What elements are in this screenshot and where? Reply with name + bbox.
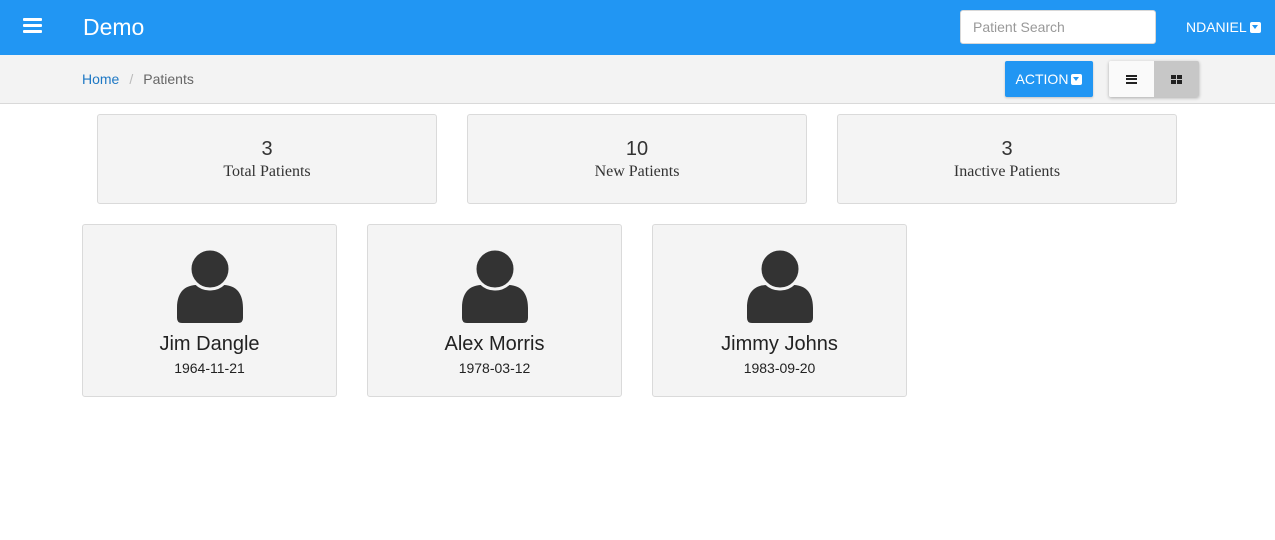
breadcrumb-current: Patients bbox=[143, 71, 194, 87]
stat-label: Total Patients bbox=[223, 163, 311, 180]
patient-name: Jimmy Johns bbox=[721, 333, 838, 355]
stat-card-total-patients: 3 Total Patients bbox=[97, 114, 437, 204]
stat-value: 10 bbox=[625, 138, 649, 160]
user-avatar-icon bbox=[747, 248, 813, 323]
stat-card-inactive-patients: 3 Inactive Patients bbox=[837, 114, 1177, 204]
user-avatar-icon bbox=[177, 248, 243, 323]
top-navbar: Demo NDANIEL bbox=[0, 0, 1275, 55]
patient-name: Jim Dangle bbox=[159, 333, 260, 355]
breadcrumb-separator: / bbox=[129, 71, 134, 87]
user-menu[interactable]: NDANIEL bbox=[1186, 18, 1261, 36]
app-brand[interactable]: Demo bbox=[83, 12, 144, 42]
stat-label: Inactive Patients bbox=[953, 163, 1061, 180]
view-toggle bbox=[1109, 61, 1199, 97]
patient-name: Alex Morris bbox=[444, 333, 545, 355]
action-dropdown-button[interactable]: ACTION bbox=[1005, 61, 1093, 97]
user-avatar-icon bbox=[462, 248, 528, 323]
grid-view-button[interactable] bbox=[1154, 61, 1199, 97]
patient-card[interactable]: Jimmy Johns 1983-09-20 bbox=[652, 224, 907, 397]
caret-down-icon bbox=[1071, 73, 1083, 85]
stat-value: 3 bbox=[261, 138, 273, 160]
patient-card[interactable]: Jim Dangle 1964-11-21 bbox=[82, 224, 337, 397]
stat-label: New Patients bbox=[594, 163, 680, 180]
breadcrumb-home-link[interactable]: Home bbox=[82, 71, 119, 87]
patient-dob: 1983-09-20 bbox=[743, 360, 816, 376]
list-view-icon bbox=[1126, 74, 1137, 84]
caret-down-icon bbox=[1249, 21, 1261, 33]
patient-dob: 1964-11-21 bbox=[174, 360, 245, 376]
stat-card-new-patients: 10 New Patients bbox=[467, 114, 807, 204]
patient-dob: 1978-03-12 bbox=[458, 360, 531, 376]
grid-view-icon bbox=[1171, 74, 1182, 84]
action-button-label: ACTION bbox=[1015, 71, 1069, 87]
stat-value: 3 bbox=[1001, 138, 1013, 160]
list-view-button[interactable] bbox=[1109, 61, 1154, 97]
hamburger-menu-icon[interactable] bbox=[18, 15, 48, 39]
patient-card[interactable]: Alex Morris 1978-03-12 bbox=[367, 224, 622, 397]
user-name: NDANIEL bbox=[1186, 19, 1247, 35]
sub-toolbar: Home / Patients ACTION bbox=[0, 55, 1275, 104]
patient-search-input[interactable] bbox=[960, 10, 1156, 44]
breadcrumb: Home / Patients bbox=[82, 71, 194, 87]
